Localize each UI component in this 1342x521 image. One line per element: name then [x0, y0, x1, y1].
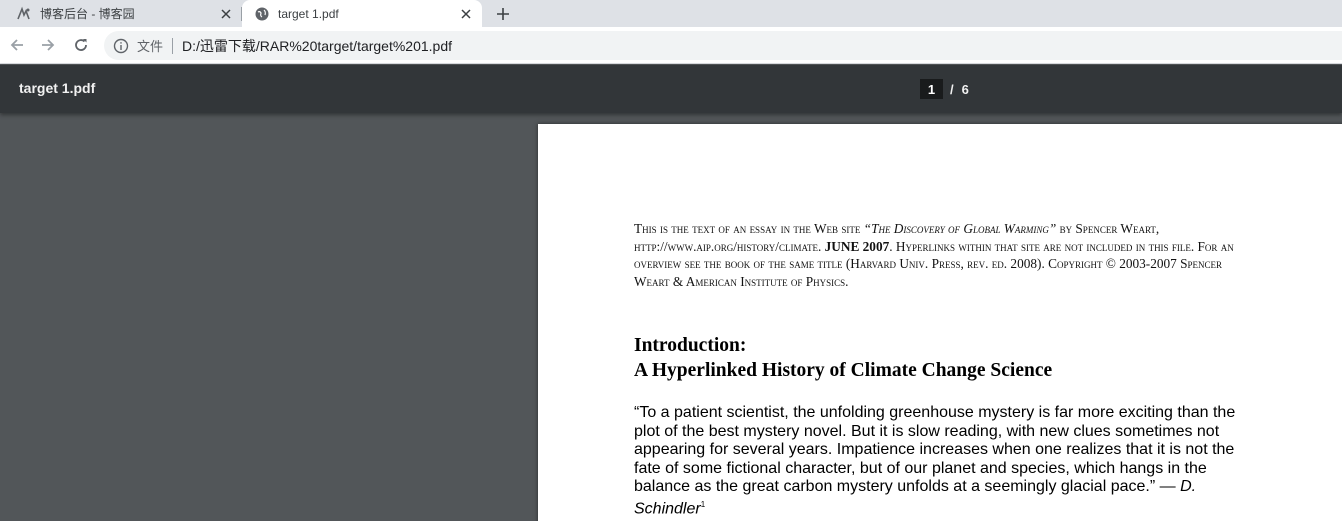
forward-button[interactable] [38, 35, 58, 55]
url-text[interactable]: D:/迅雷下载/RAR%20target/target%201.pdf [182, 36, 452, 56]
cnblogs-icon [16, 6, 32, 22]
epigraph-quote: “To a patient scientist, the unfolding g… [634, 404, 1250, 519]
info-icon[interactable] [113, 38, 129, 54]
back-button[interactable] [7, 35, 27, 55]
new-tab-button[interactable] [492, 3, 514, 25]
tab-cnblogs[interactable]: 博客后台 - 博客园 [0, 0, 242, 27]
page-content: This is the text of an essay in the Web … [634, 220, 1250, 519]
reload-icon [75, 39, 87, 51]
document-title: target 1.pdf [19, 80, 96, 96]
heading-line-1: Introduction: [634, 335, 747, 357]
tab-title: 博客后台 - 博客园 [40, 7, 135, 21]
file-scheme-chip: 文件 [137, 39, 164, 54]
heading-line-2: A Hyperlinked History of Climate Change … [634, 360, 1053, 382]
essay-heading: Introduction: A Hyperlinked History of C… [634, 333, 1250, 383]
footnote-mark[interactable]: 1 [701, 500, 705, 509]
page-number-input[interactable]: 1 [920, 79, 943, 99]
globe-icon [254, 6, 270, 22]
tab-strip: 博客后台 - 博客园 target 1.pdf [0, 0, 1342, 27]
page-separator: / [950, 81, 954, 97]
arrow-left-icon [10, 39, 23, 51]
site-title: “The Discovery of Global Warming” [863, 221, 1057, 236]
notice-date: JUNE 2007 [824, 238, 890, 254]
notice-text: This is the text of an essay in the Web … [634, 221, 864, 236]
tab-pdf[interactable]: target 1.pdf [242, 0, 482, 27]
close-tab-icon[interactable] [216, 4, 236, 24]
address-divider [172, 37, 174, 54]
address-bar[interactable]: 文件 D:/迅雷下载/RAR%20target/target%201.pdf [104, 31, 1342, 60]
close-tab-icon[interactable] [456, 4, 476, 24]
reload-button[interactable] [71, 35, 91, 55]
pdf-page: This is the text of an essay in the Web … [538, 124, 1342, 521]
arrow-right-icon [42, 39, 55, 51]
total-pages: 6 [961, 81, 969, 97]
quote-text: “To a patient scientist, the unfolding g… [634, 404, 1236, 495]
pdf-viewer-toolbar: target 1.pdf 1 / 6 [0, 65, 1342, 113]
plus-icon [497, 8, 509, 20]
tab-title: target 1.pdf [278, 6, 339, 21]
copyright-notice: This is the text of an essay in the Web … [634, 220, 1250, 290]
page-indicator: 1 / 6 [920, 79, 969, 99]
browser-toolbar: 文件 D:/迅雷下载/RAR%20target/target%201.pdf [0, 27, 1342, 64]
